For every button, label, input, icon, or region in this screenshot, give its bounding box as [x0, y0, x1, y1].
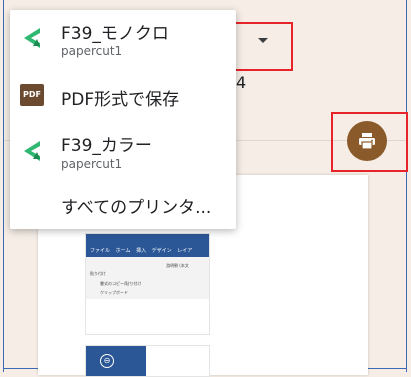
- menu-item-f39-mono[interactable]: F39_モノクロ papercut1: [10, 10, 236, 65]
- thumbnail-toolbar: 貼り付け 書式のコピー/貼り付け クリップボード 游明朝 (本文: [86, 257, 209, 299]
- thumbnail-tab: 挿入: [136, 248, 147, 254]
- menu-item-subtitle: papercut1: [61, 44, 123, 58]
- printer-arrow-icon: [24, 141, 40, 161]
- menu-item-f39-color[interactable]: F39_カラー papercut1: [10, 122, 236, 177]
- menu-item-all-printers[interactable]: すべてのプリンタ...: [10, 182, 236, 226]
- thumbnail-toolbar-item: 貼り付け: [90, 271, 106, 276]
- frame-right: [406, 0, 407, 372]
- back-circle-icon: ⊖: [100, 354, 114, 368]
- highlight-box-dropdown: [233, 22, 293, 71]
- thumbnail-toolbar-item: 書式のコピー/貼り付け: [100, 281, 142, 286]
- pages-value-partial: 4: [236, 73, 247, 92]
- thumbnail-tab: デザイン: [151, 248, 172, 254]
- menu-item-title: F39_カラー: [61, 136, 152, 156]
- highlight-box-print: [331, 112, 408, 172]
- thumbnail-toolbar-item: クリップボード: [100, 290, 128, 295]
- thumbnail-toolbar-item: 游明朝 (本文: [166, 263, 189, 268]
- pdf-icon: PDF: [20, 84, 44, 106]
- menu-item-save-pdf[interactable]: PDF PDF形式で保存: [10, 72, 236, 118]
- menu-item-title: すべてのプリンタ...: [61, 198, 212, 218]
- printer-dropdown-menu: F39_モノクロ papercut1 PDF PDF形式で保存 F39_カラー …: [10, 10, 236, 229]
- thumbnail-tab: ファイル: [90, 248, 111, 254]
- thumbnail-tabs: ファイル ホーム 挿入 デザイン レイア: [86, 245, 209, 257]
- menu-item-subtitle: papercut1: [61, 157, 123, 171]
- printer-arrow-icon: [24, 28, 40, 48]
- thumbnail-tab: レイア: [177, 248, 193, 254]
- menu-item-title: PDF形式で保存: [61, 90, 180, 110]
- frame-left: [3, 0, 4, 372]
- thumbnail-tab: ホーム: [115, 248, 131, 254]
- preview-thumbnail: ファイル ホーム 挿入 デザイン レイア 貼り付け 書式のコピー/貼り付け クリ…: [85, 233, 210, 335]
- preview-thumbnail-2: ⊖: [85, 345, 210, 377]
- menu-item-title: F39_モノクロ: [61, 24, 169, 44]
